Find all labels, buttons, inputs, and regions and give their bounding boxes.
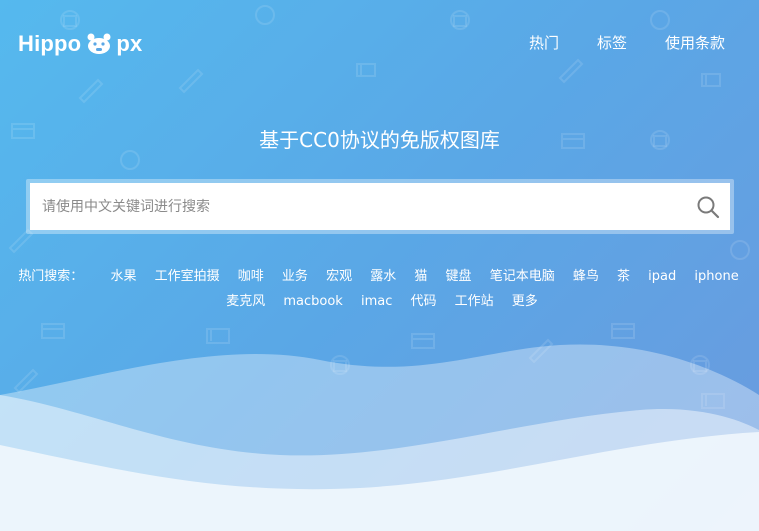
hot-tag-tea[interactable]: 茶	[617, 269, 630, 284]
nav-item-terms[interactable]: 使用条款	[665, 32, 725, 54]
search-bar	[26, 179, 734, 234]
nav-item-hot[interactable]: 热门	[529, 32, 559, 54]
hot-searches: 热门搜索： 水果 工作室拍摄 咖啡 业务 宏观 露水 猫 键盘 笔记本电脑 蜂鸟…	[12, 264, 752, 314]
hero-section: Hippo px 热门 标签 使用条款 基于CC0协议的免版权图库 热门搜索：	[0, 0, 759, 531]
nav-item-tags[interactable]: 标签	[597, 32, 627, 54]
search-icon[interactable]	[696, 195, 720, 219]
logo-text-px: px	[116, 31, 143, 56]
hot-tag-dew[interactable]: 露水	[370, 269, 396, 284]
site-logo[interactable]: Hippo px	[18, 30, 142, 58]
search-input[interactable]	[30, 183, 670, 230]
hippo-icon	[87, 33, 111, 54]
logo-text-hippo: Hippo	[18, 31, 82, 56]
hot-tag-iphone[interactable]: iphone	[694, 269, 738, 284]
hot-tag-keyboard[interactable]: 键盘	[446, 269, 472, 284]
search-box	[30, 183, 730, 230]
hot-searches-label: 热门搜索：	[18, 269, 84, 284]
hot-tag-more[interactable]: 更多	[512, 294, 538, 309]
hot-tag-studio-shot[interactable]: 工作室拍摄	[155, 269, 220, 284]
hot-tag-hummingbird[interactable]: 蜂鸟	[573, 269, 599, 284]
hot-tag-fruit[interactable]: 水果	[110, 269, 136, 284]
page-title: 基于CC0协议的免版权图库	[259, 128, 500, 152]
hot-tag-coffee[interactable]: 咖啡	[238, 269, 264, 284]
hot-tag-macro[interactable]: 宏观	[326, 269, 352, 284]
hot-tag-ipad[interactable]: ipad	[648, 269, 676, 284]
hot-tag-code[interactable]: 代码	[410, 294, 436, 309]
hot-tag-imac[interactable]: imac	[361, 294, 392, 309]
hot-tag-laptop[interactable]: 笔记本电脑	[490, 269, 555, 284]
top-nav: 热门 标签 使用条款	[529, 32, 725, 54]
hot-tag-macbook[interactable]: macbook	[283, 294, 342, 309]
hot-tag-cat[interactable]: 猫	[414, 269, 427, 284]
hot-tag-business[interactable]: 业务	[282, 269, 308, 284]
hot-tag-workstation[interactable]: 工作站	[455, 294, 494, 309]
hot-tag-microphone[interactable]: 麦克风	[226, 294, 265, 309]
